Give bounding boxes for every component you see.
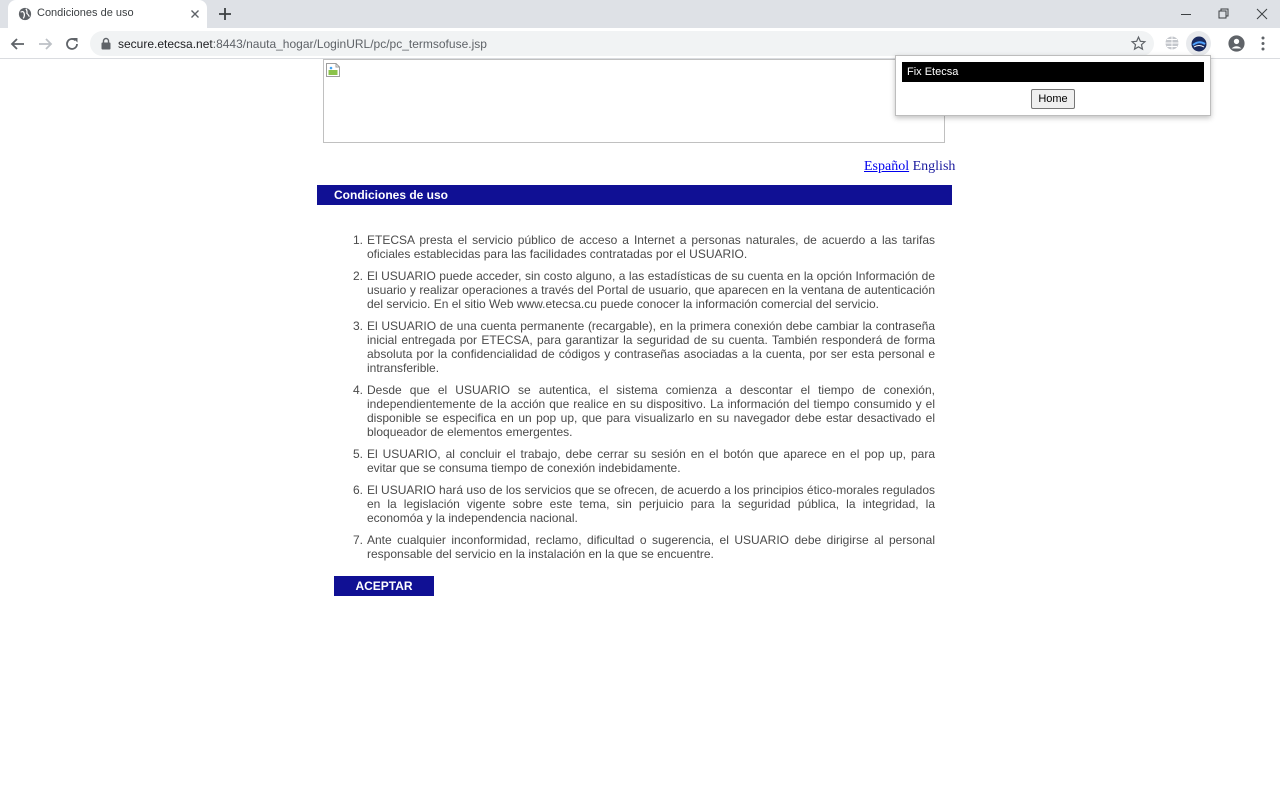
term-text: Desde que el USUARIO se autentica, el si… <box>367 383 935 439</box>
term-item: 5. El USUARIO, al concluir el trabajo, de… <box>337 447 935 475</box>
url-path: :8443/nauta_hogar/LoginURL/pc/pc_termsof… <box>212 37 487 51</box>
term-item: 7. Ante cualquier inconformidad, reclamo,… <box>337 533 935 561</box>
terms-list: 1. ETECSA presta el servicio público de a… <box>337 233 935 569</box>
home-button[interactable]: Home <box>1031 89 1075 109</box>
term-item: 1. ETECSA presta el servicio público de a… <box>337 233 935 261</box>
term-number: 6. <box>352 483 363 497</box>
url-host: secure.etecsa.net <box>118 37 213 51</box>
back-arrow-icon[interactable] <box>8 34 28 54</box>
term-text: ETECSA presta el servicio público de acc… <box>367 233 935 261</box>
new-tab-plus-icon[interactable] <box>216 5 234 23</box>
lock-icon[interactable] <box>100 37 112 50</box>
language-link-en[interactable]: English <box>913 159 956 174</box>
page-header-bar: Condiciones de uso <box>317 185 952 205</box>
language-link-es[interactable]: Español <box>864 159 909 174</box>
term-number: 3. <box>352 319 363 333</box>
restore-icon[interactable] <box>1213 4 1233 24</box>
forward-arrow-icon[interactable] <box>35 34 55 54</box>
reload-icon[interactable] <box>62 34 82 54</box>
tab-title: Condiciones de uso <box>37 7 134 19</box>
fix-etecsa-extension-icon[interactable] <box>1189 34 1209 54</box>
term-text: El USUARIO hará uso de los servicios que… <box>367 483 935 525</box>
term-item: 3. El USUARIO de una cuenta permanente (r… <box>337 319 935 375</box>
term-number: 4. <box>352 383 363 397</box>
broken-image-icon <box>326 63 340 77</box>
extension-globe-icon[interactable] <box>1162 33 1182 53</box>
minimize-icon[interactable] <box>1176 4 1196 24</box>
term-item: 2. El USUARIO puede acceder, sin costo al… <box>337 269 935 311</box>
profile-icon[interactable] <box>1227 34 1246 53</box>
term-number: 1. <box>352 233 363 247</box>
term-number: 2. <box>352 269 363 283</box>
url-text[interactable]: secure.etecsa.net:8443/nauta_hogar/Login… <box>118 37 487 51</box>
page-title: Condiciones de uso <box>334 188 449 202</box>
term-text: El USUARIO de una cuenta permanente (rec… <box>367 319 935 375</box>
term-item: 4. Desde que el USUARIO se autentica, el … <box>337 383 935 439</box>
address-bar[interactable]: secure.etecsa.net:8443/nauta_hogar/Login… <box>90 31 1154 56</box>
accept-button[interactable]: ACEPTAR <box>334 576 434 596</box>
term-text: El USUARIO, al concluir el trabajo, debe… <box>367 447 935 475</box>
term-text: Ante cualquier inconformidad, reclamo, d… <box>367 533 935 561</box>
popup-title: Fix Etecsa <box>902 62 1204 82</box>
term-number: 5. <box>352 447 363 461</box>
extension-popup: Fix Etecsa Home <box>895 55 1211 116</box>
term-number: 7. <box>352 533 363 547</box>
term-item: 6. El USUARIO hará uso de los servicios q… <box>337 483 935 525</box>
browser-tab[interactable]: Condiciones de uso <box>8 0 207 28</box>
close-icon[interactable] <box>188 7 202 21</box>
globe-icon <box>18 7 32 21</box>
banner-image <box>323 59 945 143</box>
bookmark-star-icon[interactable] <box>1130 35 1147 52</box>
term-text: El USUARIO puede acceder, sin costo algu… <box>367 269 935 311</box>
more-menu-icon[interactable] <box>1256 34 1270 53</box>
tab-strip: Condiciones de uso <box>0 0 1280 28</box>
language-selector: Español English <box>864 159 955 175</box>
window-close-icon[interactable] <box>1252 4 1272 24</box>
